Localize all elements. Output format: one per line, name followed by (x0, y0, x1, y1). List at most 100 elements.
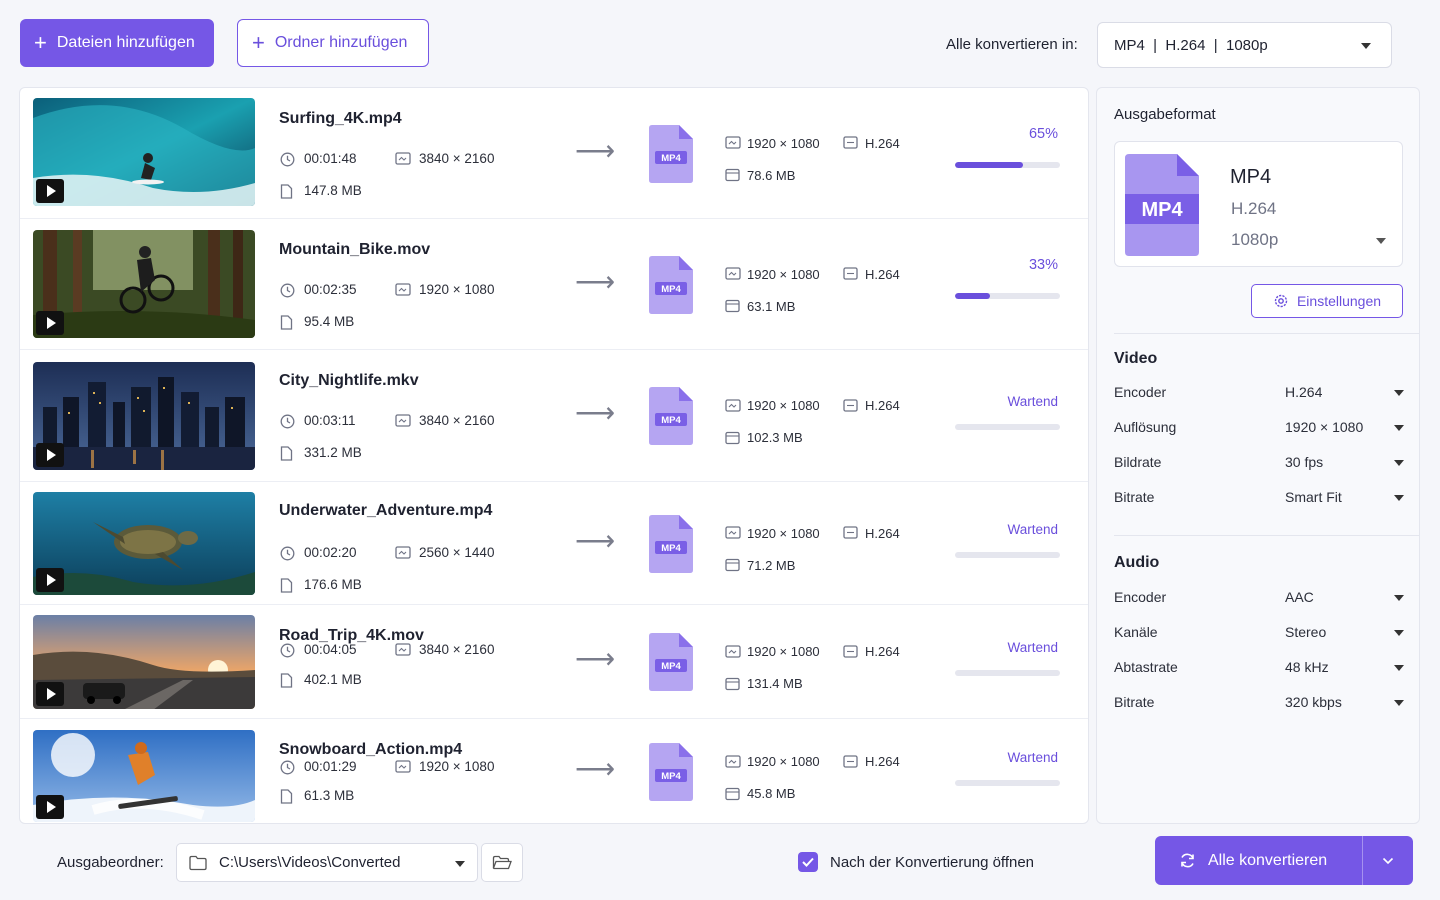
video-setting-bildrate[interactable]: Bildrate 30 fps (1114, 451, 1404, 475)
settings-button[interactable]: Einstellungen (1251, 284, 1403, 318)
out-size-value: 63.1 MB (747, 298, 796, 314)
out-resolution-value: 1920 × 1080 (747, 644, 820, 659)
add-files-button[interactable]: + Dateien hinzufügen (20, 19, 214, 67)
output-format-panel: Ausgabeformat MP4 MP4 H.264 1080p Einste… (1096, 87, 1420, 824)
source-resolution: 1920 × 1080 (395, 759, 494, 774)
source-size: 331.2 MB (280, 445, 362, 461)
video-thumbnail[interactable] (33, 615, 255, 709)
disk-icon (725, 431, 740, 445)
play-icon[interactable] (36, 443, 64, 467)
disk-icon (725, 558, 740, 572)
audio-section-title: Audio (1114, 554, 1160, 571)
play-icon[interactable] (36, 311, 64, 335)
convert-options-dropdown[interactable] (1363, 836, 1413, 885)
add-folder-button[interactable]: + Ordner hinzufügen (237, 19, 429, 67)
video-thumbnail[interactable] (33, 492, 255, 595)
video-thumbnail[interactable] (33, 230, 255, 338)
play-icon[interactable] (36, 179, 64, 203)
video-setting-encoder[interactable]: Encoder H.264 (1114, 381, 1404, 405)
out-codec-value: H.264 (865, 644, 900, 659)
progress-fill (955, 161, 1024, 168)
file-icon (280, 788, 294, 804)
source-size: 95.4 MB (280, 314, 354, 330)
video-thumbnail[interactable] (33, 98, 255, 206)
file-icon (280, 577, 294, 593)
convert-all-button[interactable]: Alle konvertieren (1155, 836, 1362, 885)
play-icon[interactable] (36, 795, 64, 819)
video-setting-bitrate[interactable]: Bitrate Smart Fit (1114, 486, 1404, 510)
file-list: Surfing_4K.mp4 00:01:48 3840 × 2160 147.… (19, 87, 1089, 824)
setting-value: 320 kbps (1285, 694, 1342, 710)
mp4-file-icon: MP4 (649, 255, 693, 314)
duration: 00:02:20 (280, 545, 357, 560)
setting-value: 30 fps (1285, 454, 1324, 470)
audio-setting-bitrate[interactable]: Bitrate 320 kbps (1114, 691, 1404, 715)
format-badge-text: MP4 (661, 771, 681, 782)
arrow-right-icon: ⟶ (575, 524, 616, 556)
browse-folder-button[interactable] (481, 843, 523, 882)
file-row[interactable]: Snowboard_Action.mp4 00:01:29 1920 × 108… (20, 719, 1088, 823)
resolution-icon (395, 413, 411, 428)
output-resolution: 1920 × 1080 (725, 644, 820, 659)
video-setting-auflösung[interactable]: Auflösung 1920 × 1080 (1114, 416, 1404, 440)
chevron-down-icon (1394, 665, 1404, 671)
file-row[interactable]: Mountain_Bike.mov 00:02:35 1920 × 1080 9… (20, 219, 1088, 350)
file-row[interactable]: Surfing_4K.mp4 00:01:48 3840 × 2160 147.… (20, 88, 1088, 219)
progress-bar (955, 780, 1060, 786)
checkmark-icon (802, 857, 814, 867)
clock-icon (280, 643, 295, 657)
mp4-file-icon: MP4 (649, 514, 693, 573)
file-row[interactable]: City_Nightlife.mkv 00:03:11 3840 × 2160 … (20, 350, 1088, 482)
duration: 00:03:11 (280, 413, 356, 428)
output-size: 131.4 MB (725, 676, 803, 691)
file-icon (280, 183, 294, 199)
resolution-value: 1920 × 1080 (419, 282, 495, 297)
arrow-right-icon: ⟶ (575, 134, 616, 166)
size-value: 176.6 MB (304, 577, 362, 592)
chevron-down-icon (1394, 700, 1404, 706)
progress-bar (955, 670, 1060, 676)
output-folder-select[interactable]: C:\Users\Videos\Converted (176, 843, 478, 882)
resolution-value: 1920 × 1080 (419, 759, 495, 774)
source-size: 61.3 MB (280, 788, 354, 804)
resolution-value: 2560 × 1440 (419, 545, 495, 560)
audio-setting-abtastrate[interactable]: Abtastrate 48 kHz (1114, 656, 1404, 680)
conversion-status: Wartend (1007, 521, 1058, 537)
codec-icon (843, 398, 858, 413)
video-thumbnail[interactable] (33, 730, 255, 822)
folder-open-icon (492, 855, 512, 869)
resolution-icon (725, 526, 741, 540)
chevron-down-icon (1394, 425, 1404, 431)
progress-bar (955, 161, 1060, 168)
out-codec-value: H.264 (865, 754, 900, 769)
out-resolution-value: 1920 × 1080 (747, 398, 820, 413)
clock-icon (280, 760, 295, 774)
setting-label: Kanäle (1114, 624, 1158, 640)
setting-label: Bildrate (1114, 454, 1162, 470)
setting-label: Bitrate (1114, 694, 1155, 710)
file-name: Snowboard_Action.mp4 (279, 741, 463, 758)
convert-all-format-select[interactable]: MP4 | H.264 | 1080p (1097, 22, 1392, 68)
duration-value: 00:01:29 (304, 759, 357, 774)
out-codec-value: H.264 (865, 266, 900, 282)
disk-icon (725, 299, 740, 313)
duration-value: 00:01:48 (304, 151, 357, 166)
codec-icon (843, 754, 858, 769)
play-icon[interactable] (36, 682, 64, 706)
video-thumbnail[interactable] (33, 362, 255, 470)
resolution-icon (395, 545, 411, 560)
mp4-file-icon: MP4 (649, 387, 693, 445)
audio-setting-encoder[interactable]: Encoder AAC (1114, 586, 1404, 610)
open-after-checkbox[interactable] (798, 852, 818, 872)
audio-setting-kanäle[interactable]: Kanäle Stereo (1114, 621, 1404, 645)
duration-value: 00:04:05 (304, 642, 357, 657)
resolution-icon (395, 282, 411, 297)
clock-icon (280, 152, 295, 166)
file-row[interactable]: Underwater_Adventure.mp4 00:02:20 2560 ×… (20, 482, 1088, 605)
resolution-value: 3840 × 2160 (419, 642, 495, 657)
file-row[interactable]: Road_Trip_4K.mov 00:04:05 3840 × 2160 40… (20, 605, 1088, 719)
play-icon[interactable] (36, 568, 64, 592)
output-format-select[interactable]: MP4 MP4 H.264 1080p (1114, 141, 1403, 267)
duration: 00:02:35 (280, 282, 357, 297)
output-folder-path: C:\Users\Videos\Converted (219, 854, 401, 871)
